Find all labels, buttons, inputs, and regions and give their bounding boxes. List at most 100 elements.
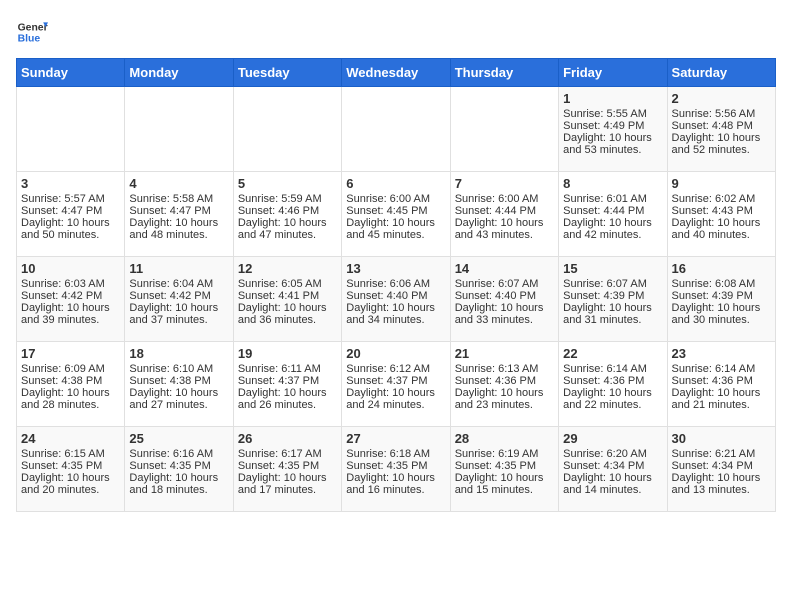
- day-info: Sunrise: 6:08 AM: [672, 278, 771, 290]
- day-info: Sunrise: 5:55 AM: [563, 108, 662, 120]
- day-cell: 30Sunrise: 6:21 AMSunset: 4:34 PMDayligh…: [667, 427, 775, 512]
- day-info: Daylight: 10 hours and 16 minutes.: [346, 472, 445, 496]
- day-cell: 5 Sunrise: 5:59 AMSunset: 4:46 PMDaylight…: [233, 172, 341, 257]
- day-info: Daylight: 10 hours and 37 minutes.: [129, 302, 228, 326]
- day-cell: [17, 87, 125, 172]
- day-cell: 8Sunrise: 6:01 AMSunset: 4:44 PMDaylight…: [559, 172, 667, 257]
- day-info: Sunrise: 6:09 AM: [21, 363, 120, 375]
- day-info: Daylight: 10 hours and 14 minutes.: [563, 472, 662, 496]
- day-info: Sunrise: 6:12 AM: [346, 363, 445, 375]
- day-cell: 4 Sunrise: 5:58 AMSunset: 4:47 PMDaylight…: [125, 172, 233, 257]
- day-number: 8: [563, 176, 662, 191]
- day-info: Daylight: 10 hours and 48 minutes.: [129, 217, 228, 241]
- week-row-0: 1 Sunrise: 5:55 AMSunset: 4:49 PM Daylight…: [17, 87, 776, 172]
- day-info: Sunset: 4:34 PM: [563, 460, 662, 472]
- day-info: Daylight: 10 hours and 26 minutes.: [238, 387, 337, 411]
- day-info: Sunrise: 6:21 AM: [672, 448, 771, 460]
- day-number: 3: [21, 176, 120, 191]
- day-info: Sunset: 4:43 PM: [672, 205, 771, 217]
- header-friday: Friday: [559, 59, 667, 87]
- day-info: Sunrise: 6:00 AM: [346, 193, 445, 205]
- day-info: Sunset: 4:36 PM: [563, 375, 662, 387]
- day-cell: 28Sunrise: 6:19 AMSunset: 4:35 PMDayligh…: [450, 427, 558, 512]
- day-cell: 22Sunrise: 6:14 AMSunset: 4:36 PMDayligh…: [559, 342, 667, 427]
- day-cell: 29Sunrise: 6:20 AMSunset: 4:34 PMDayligh…: [559, 427, 667, 512]
- day-info: Daylight: 10 hours and 20 minutes.: [21, 472, 120, 496]
- header-tuesday: Tuesday: [233, 59, 341, 87]
- day-number: 10: [21, 261, 120, 276]
- day-info: Daylight: 10 hours and 52 minutes.: [672, 132, 771, 156]
- day-number: 17: [21, 346, 120, 361]
- day-info: Sunset: 4:42 PM: [129, 290, 228, 302]
- day-cell: 3 Sunrise: 5:57 AMSunset: 4:47 PMDaylight…: [17, 172, 125, 257]
- day-number: 29: [563, 431, 662, 446]
- day-info: Sunrise: 5:58 AM: [129, 193, 228, 205]
- week-row-4: 24Sunrise: 6:15 AMSunset: 4:35 PMDayligh…: [17, 427, 776, 512]
- day-info: Daylight: 10 hours and 21 minutes.: [672, 387, 771, 411]
- day-info: Sunrise: 5:57 AM: [21, 193, 120, 205]
- day-cell: 10Sunrise: 6:03 AMSunset: 4:42 PMDayligh…: [17, 257, 125, 342]
- day-info: Daylight: 10 hours and 47 minutes.: [238, 217, 337, 241]
- day-cell: 12Sunrise: 6:05 AMSunset: 4:41 PMDayligh…: [233, 257, 341, 342]
- day-info: Daylight: 10 hours and 22 minutes.: [563, 387, 662, 411]
- day-info: Sunset: 4:42 PM: [21, 290, 120, 302]
- day-number: 27: [346, 431, 445, 446]
- day-info: Daylight: 10 hours and 24 minutes.: [346, 387, 445, 411]
- day-number: 4: [129, 176, 228, 191]
- day-info: Sunset: 4:35 PM: [129, 460, 228, 472]
- day-number: 5: [238, 176, 337, 191]
- day-number: 14: [455, 261, 554, 276]
- day-info: Daylight: 10 hours and 50 minutes.: [21, 217, 120, 241]
- day-info: Sunset: 4:44 PM: [563, 205, 662, 217]
- day-cell: 16Sunrise: 6:08 AMSunset: 4:39 PMDayligh…: [667, 257, 775, 342]
- logo-icon: General Blue: [16, 16, 48, 48]
- header-thursday: Thursday: [450, 59, 558, 87]
- day-info: Daylight: 10 hours and 18 minutes.: [129, 472, 228, 496]
- day-info: Sunrise: 5:56 AM: [672, 108, 771, 120]
- day-info: Daylight: 10 hours and 28 minutes.: [21, 387, 120, 411]
- day-info: Sunset: 4:37 PM: [238, 375, 337, 387]
- day-cell: 14Sunrise: 6:07 AMSunset: 4:40 PMDayligh…: [450, 257, 558, 342]
- day-cell: 13Sunrise: 6:06 AMSunset: 4:40 PMDayligh…: [342, 257, 450, 342]
- day-info: Sunrise: 6:03 AM: [21, 278, 120, 290]
- header-saturday: Saturday: [667, 59, 775, 87]
- day-info: Sunrise: 5:59 AM: [238, 193, 337, 205]
- day-info: Sunrise: 6:06 AM: [346, 278, 445, 290]
- day-cell: 24Sunrise: 6:15 AMSunset: 4:35 PMDayligh…: [17, 427, 125, 512]
- day-cell: 11Sunrise: 6:04 AMSunset: 4:42 PMDayligh…: [125, 257, 233, 342]
- day-info: Daylight: 10 hours and 36 minutes.: [238, 302, 337, 326]
- header-monday: Monday: [125, 59, 233, 87]
- logo: General Blue: [16, 16, 48, 48]
- day-cell: [342, 87, 450, 172]
- day-cell: 26Sunrise: 6:17 AMSunset: 4:35 PMDayligh…: [233, 427, 341, 512]
- day-info: Sunrise: 6:07 AM: [563, 278, 662, 290]
- day-number: 1: [563, 91, 662, 106]
- day-info: Sunrise: 6:17 AM: [238, 448, 337, 460]
- day-info: Sunset: 4:46 PM: [238, 205, 337, 217]
- day-info: Sunset: 4:47 PM: [21, 205, 120, 217]
- day-info: Sunrise: 6:02 AM: [672, 193, 771, 205]
- week-row-1: 3Sunrise: 5:57 AMSunset: 4:47 PMDaylight…: [17, 172, 776, 257]
- day-info: Sunrise: 6:00 AM: [455, 193, 554, 205]
- day-number: 26: [238, 431, 337, 446]
- day-number: 23: [672, 346, 771, 361]
- week-row-2: 10Sunrise: 6:03 AMSunset: 4:42 PMDayligh…: [17, 257, 776, 342]
- day-info: Daylight: 10 hours and 13 minutes.: [672, 472, 771, 496]
- day-info: Sunset: 4:35 PM: [455, 460, 554, 472]
- day-info: Sunset: 4:48 PM: [672, 120, 771, 132]
- day-info: Daylight: 10 hours and 34 minutes.: [346, 302, 445, 326]
- day-cell: 25Sunrise: 6:16 AMSunset: 4:35 PMDayligh…: [125, 427, 233, 512]
- day-number: 20: [346, 346, 445, 361]
- day-info: Sunrise: 6:16 AM: [129, 448, 228, 460]
- day-info: Sunset: 4:35 PM: [346, 460, 445, 472]
- day-cell: 17Sunrise: 6:09 AMSunset: 4:38 PMDayligh…: [17, 342, 125, 427]
- day-info: Sunset: 4:47 PM: [129, 205, 228, 217]
- day-info: Sunset: 4:36 PM: [455, 375, 554, 387]
- day-cell: 23Sunrise: 6:14 AMSunset: 4:36 PMDayligh…: [667, 342, 775, 427]
- day-number: 6: [346, 176, 445, 191]
- day-number: 24: [21, 431, 120, 446]
- day-info: Sunrise: 6:14 AM: [563, 363, 662, 375]
- day-info: Sunset: 4:44 PM: [455, 205, 554, 217]
- day-info: Sunset: 4:49 PM: [563, 120, 662, 132]
- day-info: Sunset: 4:45 PM: [346, 205, 445, 217]
